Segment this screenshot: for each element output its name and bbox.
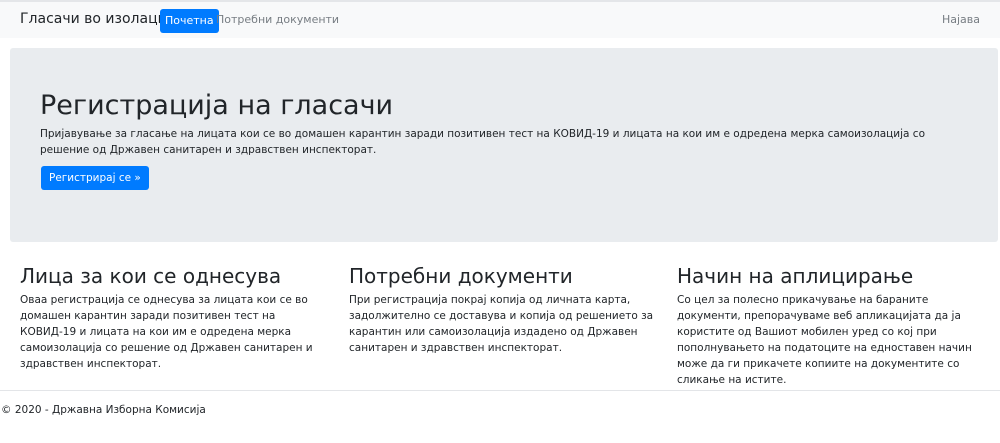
jumbotron: Регистрација на гласачи Пријавување за г…	[10, 48, 998, 242]
column-heading: Начин на аплицирање	[677, 264, 914, 288]
nav-item-documents[interactable]: Потребни документи	[216, 13, 339, 26]
column-heading: Лица за кои се однесува	[20, 264, 282, 288]
column-text: При регистрација покрај копија од личнат…	[349, 294, 654, 354]
column-text: Со цел за полесно прикачување на баранит…	[677, 294, 972, 386]
jumbotron-description: Пријавување за гласање на лицата кои се …	[40, 128, 925, 156]
info-column-application-method: Начин на аплицирање Со цел за полесно пр…	[677, 264, 983, 388]
column-text: Оваа регистрација се однесува за лицата …	[20, 294, 313, 370]
column-heading: Потребни документи	[349, 264, 573, 288]
footer-divider	[0, 390, 1000, 391]
nav-item-login[interactable]: Најава	[942, 13, 980, 26]
info-column-documents: Потребни документи При регистрација покр…	[349, 264, 655, 356]
navbar: Гласачи во изолација Почетна Потребни до…	[0, 2, 1000, 38]
page-title: Регистрација на гласачи	[40, 90, 394, 121]
footer: © 2020 - Државна Изборна Комисија	[1, 404, 206, 416]
info-column-applicability: Лица за кои се однесува Оваа регистрациј…	[20, 264, 326, 372]
navbar-brand[interactable]: Гласачи во изолација	[20, 11, 179, 27]
register-button[interactable]: Регистрирај се »	[41, 166, 149, 190]
nav-item-home[interactable]: Почетна	[160, 9, 219, 33]
